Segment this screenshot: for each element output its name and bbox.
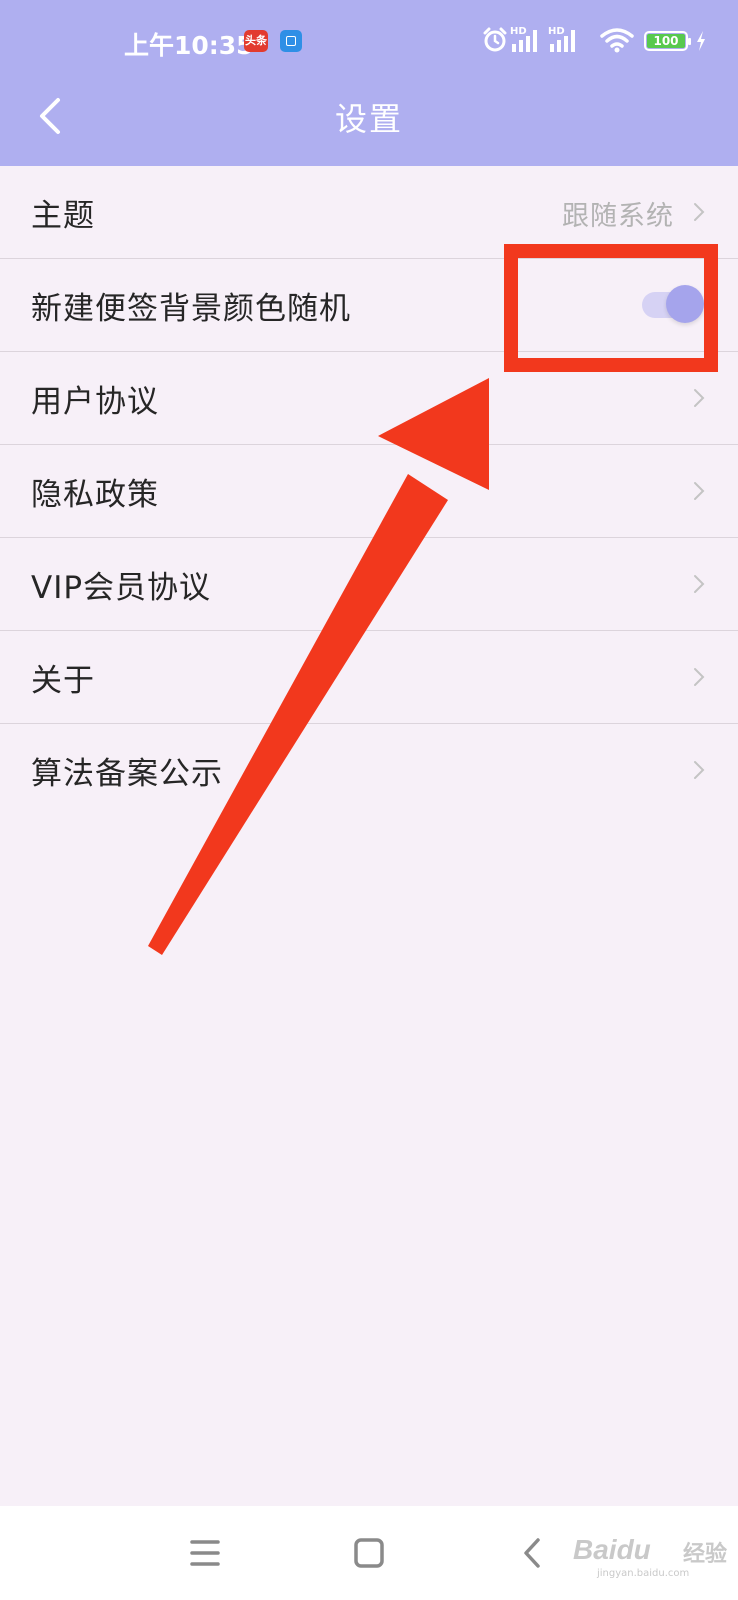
charging-icon: [697, 31, 705, 51]
toutiao-notification-icon: 头条: [244, 30, 268, 52]
setting-row-vip-agreement[interactable]: VIP会员协议: [0, 538, 738, 631]
chevron-right-icon: [694, 761, 705, 779]
menu-icon: [190, 1540, 220, 1566]
nav-menu-button[interactable]: [180, 1528, 230, 1578]
setting-row-about[interactable]: 关于: [0, 631, 738, 724]
system-nav-bar: [0, 1506, 738, 1600]
nav-home-button[interactable]: [344, 1528, 394, 1578]
alarm-icon: [483, 27, 507, 52]
toggle-thumb: [666, 285, 704, 323]
nav-back-icon: [524, 1538, 540, 1568]
setting-value: 跟随系统: [562, 201, 674, 232]
chevron-right-icon: [694, 668, 705, 686]
setting-row-privacy-policy[interactable]: 隐私政策: [0, 445, 738, 538]
setting-label: 用户协议: [31, 384, 159, 420]
page-title: 设置: [334, 100, 403, 138]
setting-label: 新建便签背景颜色随机: [31, 291, 351, 327]
home-square-icon: [354, 1538, 384, 1568]
status-bar: 上午10:35 头条 HD HD 100: [0, 0, 738, 84]
wifi-icon: [600, 28, 634, 53]
setting-label: 关于: [31, 663, 95, 699]
setting-label: VIP会员协议: [31, 570, 212, 606]
setting-row-algorithm-filing[interactable]: 算法备案公示: [0, 724, 738, 817]
battery-icon: 100: [644, 31, 691, 51]
battery-level: 100: [647, 34, 685, 48]
app-notification-icon: [280, 30, 302, 52]
header: 上午10:35 头条 HD HD 100 设置: [0, 0, 738, 166]
chevron-right-icon: [694, 389, 705, 407]
random-bg-color-toggle[interactable]: [642, 285, 704, 325]
setting-row-theme[interactable]: 主题 跟随系统: [0, 166, 738, 259]
chevron-right-icon: [694, 482, 705, 500]
setting-label: 主题: [31, 198, 95, 234]
chevron-right-icon: [694, 575, 705, 593]
setting-label: 隐私政策: [31, 477, 159, 513]
signal-icon-1: [512, 30, 537, 52]
setting-row-user-agreement[interactable]: 用户协议: [0, 352, 738, 445]
nav-back-button[interactable]: [508, 1528, 558, 1578]
settings-list: 主题 跟随系统 新建便签背景颜色随机 用户协议 隐私政策 VIP会员协议 关于: [0, 166, 738, 817]
signal-icon-2: [550, 30, 575, 52]
setting-label: 算法备案公示: [31, 756, 223, 792]
status-time: 上午10:35: [124, 31, 254, 60]
chevron-right-icon: [694, 203, 705, 221]
setting-row-random-bg-color: 新建便签背景颜色随机: [0, 259, 738, 352]
